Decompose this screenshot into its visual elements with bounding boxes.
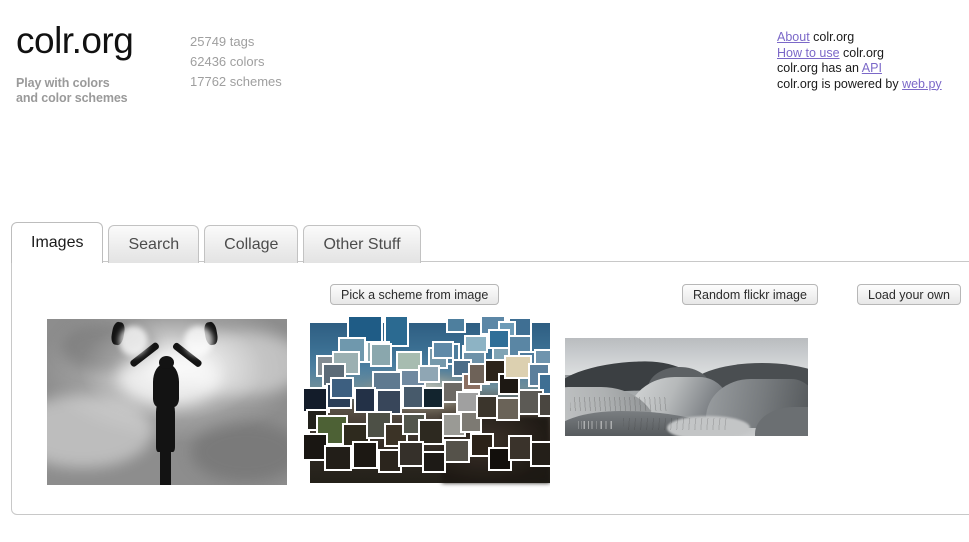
color-swatch[interactable]	[432, 341, 454, 359]
webpy-link[interactable]: web.py	[902, 77, 942, 91]
color-swatch[interactable]	[402, 385, 424, 409]
color-swatch[interactable]	[330, 377, 354, 399]
color-swatch[interactable]	[422, 387, 444, 409]
color-swatch[interactable]	[354, 387, 376, 413]
api-line: colr.org has an API	[777, 61, 942, 77]
statue-image[interactable]	[47, 319, 287, 485]
tab-images[interactable]: Images	[11, 222, 104, 264]
water-spray	[183, 325, 213, 356]
tagline-line-1: Play with colors	[16, 76, 110, 90]
water-spray	[119, 325, 148, 356]
site-stats: 25749 tags 62436 colors 17762 schemes	[190, 32, 282, 92]
site-logo: colr.org	[16, 20, 134, 61]
color-swatch[interactable]	[352, 441, 378, 469]
howto-rest-text: colr.org	[843, 45, 885, 60]
tab-bar: Images Search Collage Other Stuff	[11, 221, 426, 264]
cloud-shape	[191, 421, 287, 482]
stat-tags: 25749 tags	[190, 34, 255, 49]
pick-scheme-from-image-button[interactable]: Pick a scheme from image	[330, 284, 500, 305]
figure-torso	[152, 363, 179, 407]
color-swatch[interactable]	[488, 329, 510, 349]
color-swatch[interactable]	[476, 395, 498, 419]
about-link[interactable]: About	[777, 30, 810, 44]
color-swatch[interactable]	[464, 335, 488, 353]
top-links: About colr.org How to use colr.org colr.…	[777, 30, 942, 92]
random-flickr-image-button[interactable]: Random flickr image	[682, 284, 818, 305]
color-swatch[interactable]	[508, 435, 532, 461]
color-swatch[interactable]	[324, 445, 352, 471]
stat-schemes: 17762 schemes	[190, 74, 282, 89]
page-header: colr.org Play with colors and color sche…	[0, 0, 969, 200]
dunes-image[interactable]	[565, 338, 808, 436]
tagline-line-2: and color schemes	[16, 91, 128, 105]
powered-pre-text: colr.org is powered by	[777, 76, 903, 91]
color-swatch[interactable]	[496, 397, 520, 421]
color-swatch[interactable]	[446, 317, 466, 333]
stat-colors: 62436 colors	[190, 54, 265, 69]
about-line: About colr.org	[777, 30, 942, 46]
color-swatch[interactable]	[398, 441, 424, 467]
images-panel: Pick a scheme from image Random flickr i…	[11, 261, 969, 515]
api-pre-text: colr.org has an	[777, 61, 862, 75]
collage-image[interactable]	[302, 315, 550, 495]
load-your-own-button[interactable]: Load your own	[857, 284, 962, 305]
api-link[interactable]: API	[862, 61, 882, 75]
site-tagline: Play with colors and color schemes	[16, 76, 128, 106]
how-to-use-link[interactable]: How to use	[777, 46, 840, 60]
howto-line: How to use colr.org	[777, 46, 942, 62]
dune-texture	[569, 396, 668, 411]
color-swatch[interactable]	[370, 343, 392, 367]
tab-search[interactable]: Search	[108, 225, 200, 263]
color-swatch[interactable]	[422, 451, 446, 473]
figure-pedestal	[159, 445, 171, 485]
dune-texture	[623, 418, 731, 431]
color-swatch[interactable]	[418, 365, 440, 383]
tab-collage[interactable]: Collage	[204, 225, 299, 263]
color-swatch[interactable]	[538, 393, 550, 417]
photographer-signature-watermark	[577, 421, 619, 429]
color-swatch[interactable]	[444, 439, 470, 463]
color-swatch[interactable]	[530, 441, 550, 467]
tab-other-stuff[interactable]: Other Stuff	[303, 225, 421, 263]
powered-line: colr.org is powered by web.py	[777, 77, 942, 93]
about-rest-text: colr.org	[813, 30, 855, 44]
figure-head	[158, 355, 175, 369]
